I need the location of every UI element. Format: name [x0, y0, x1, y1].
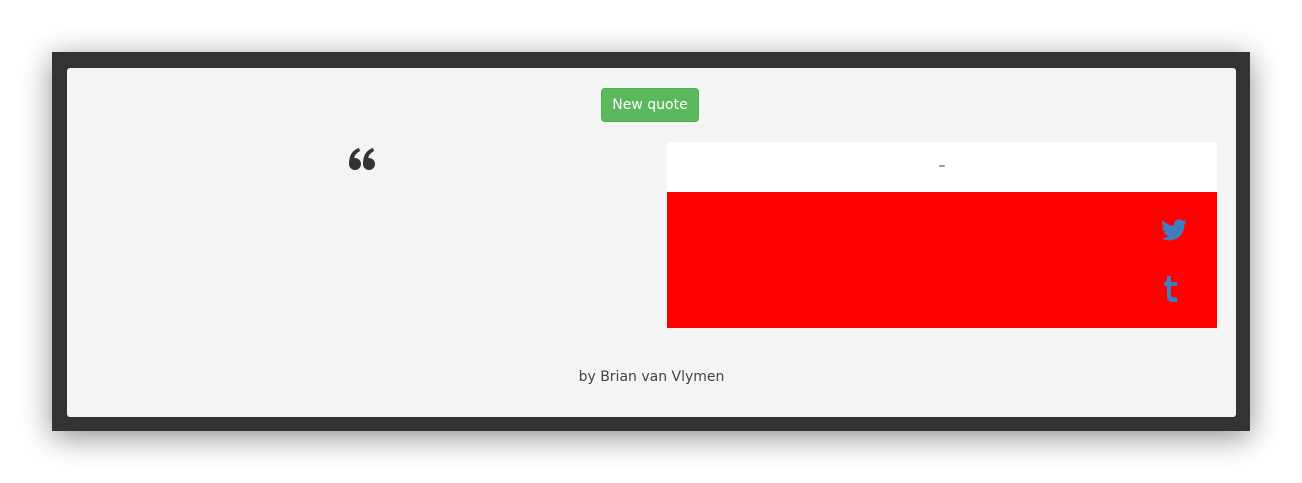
app-frame: New quote – by Brian van Vlymen — [52, 52, 1250, 431]
tumblr-icon[interactable] — [1163, 276, 1179, 302]
twitter-icon[interactable] — [1161, 219, 1187, 241]
quote-card: New quote – by Brian van Vlymen — [67, 68, 1236, 417]
quote-author: – — [938, 158, 946, 174]
quote-text-box: – — [667, 142, 1217, 192]
new-quote-button[interactable]: New quote — [601, 88, 699, 122]
footer-credit: by Brian van Vlymen — [578, 369, 725, 385]
quote-left-icon — [349, 148, 375, 170]
share-panel — [667, 192, 1217, 328]
